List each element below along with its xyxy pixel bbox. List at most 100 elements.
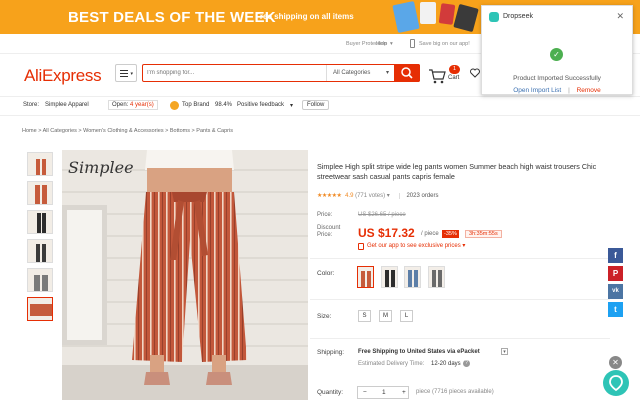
aliexpress-logo[interactable]: AliExpress	[24, 66, 102, 86]
discount-price-label: Discount Price:	[317, 225, 341, 238]
product-info: Simplee High split stripe wide leg pants…	[317, 162, 607, 250]
app-promo-link[interactable]: Save big on our app!	[419, 41, 470, 47]
thumbnail[interactable]	[27, 268, 53, 292]
help-link[interactable]: Help	[376, 41, 387, 47]
available-pieces: piece (7716 pieces available)	[416, 389, 494, 395]
dropseek-widget-button[interactable]	[603, 370, 629, 396]
store-label: Store:	[23, 102, 40, 108]
cart-icon	[429, 69, 446, 84]
pinterest-icon[interactable]: P	[608, 266, 623, 281]
size-option-l[interactable]: L	[400, 310, 413, 322]
twitter-icon[interactable]: t	[608, 302, 623, 317]
size-option-s[interactable]: S	[358, 310, 371, 322]
wishlist-button[interactable]	[470, 68, 480, 80]
chevron-down-icon: ▾	[290, 103, 294, 109]
close-icon[interactable]: ✕	[616, 11, 624, 22]
color-swatch[interactable]	[381, 266, 398, 288]
info-icon[interactable]: ?	[463, 360, 470, 367]
chevron-down-icon: ▾	[130, 71, 133, 77]
rating-score: 4.9	[345, 193, 354, 199]
size-label: Size:	[317, 313, 332, 320]
dropseek-popup: Dropseek ✕ ✓ Product Imported Successful…	[481, 5, 633, 95]
color-swatch[interactable]	[428, 266, 445, 288]
thumbnail-list	[27, 152, 55, 326]
quantity-label: Quantity:	[317, 389, 344, 396]
rating-votes[interactable]: (771 votes)	[355, 193, 385, 199]
price-label: Price:	[317, 212, 333, 218]
heart-icon	[470, 68, 480, 78]
qty-value[interactable]: 1	[382, 389, 386, 396]
store-name[interactable]: Simplee Apparel	[45, 102, 89, 108]
quantity-stepper: − 1 +	[357, 386, 409, 399]
shipping-method[interactable]: Free Shipping to United States via ePack…	[358, 349, 480, 355]
delivery-days: 12-20 days	[431, 361, 461, 367]
popup-header: Dropseek ✕	[482, 6, 632, 28]
check-icon: ✓	[550, 48, 563, 61]
open-import-list-link[interactable]: Open Import List	[513, 87, 561, 94]
store-open-duration: Open: 4 year(s)	[108, 100, 158, 110]
follow-button[interactable]: Follow	[302, 100, 330, 110]
link-separator: |	[568, 87, 570, 94]
thumbnail[interactable]	[27, 239, 53, 263]
popup-title: Dropseek	[503, 13, 533, 20]
countdown-timer: 3h:35m:55s	[465, 230, 502, 238]
chevron-down-icon[interactable]: ▾	[501, 348, 508, 355]
delivery-label: Estimated Delivery Time:	[358, 361, 425, 367]
product-title: Simplee High split stripe wide leg pants…	[317, 162, 597, 181]
thumbnail-selected[interactable]	[27, 297, 53, 321]
banner-subtext: Free shipping on all items	[255, 12, 354, 21]
color-swatch[interactable]	[404, 266, 421, 288]
per-piece-label: / piece	[421, 231, 439, 237]
search-input[interactable]	[147, 67, 317, 79]
popup-message: Product Imported Successfully	[513, 75, 601, 82]
remove-link[interactable]: Remove	[577, 87, 601, 94]
search-icon	[401, 67, 413, 79]
facebook-icon[interactable]: f	[608, 248, 623, 263]
chevron-down-icon: ▾	[386, 193, 390, 199]
rating-row: ★★★★★ 4.9 (771 votes) ▾ 2023 orders	[317, 192, 439, 199]
close-icon[interactable]: ✕	[609, 356, 622, 369]
product-main-image[interactable]: Simplee	[62, 150, 308, 400]
cart-label: Cart	[448, 75, 460, 81]
discount-price: US $17.32	[358, 226, 415, 240]
chevron-down-icon: ▾	[390, 41, 393, 47]
cart-button[interactable]: 1 Cart	[428, 65, 464, 85]
vk-icon[interactable]: vk	[608, 284, 623, 299]
search-button[interactable]	[394, 64, 420, 82]
shipping-label: Shipping:	[317, 349, 345, 356]
breadcrumb[interactable]: Home > All Categories > Women's Clothing…	[22, 128, 233, 134]
cart-count-badge: 1	[449, 65, 460, 74]
brand-watermark: Simplee	[68, 158, 134, 177]
store-bar: Store: Simplee Apparel Open: 4 year(s) T…	[0, 96, 640, 116]
thumbnail[interactable]	[27, 210, 53, 234]
qty-minus-button[interactable]: −	[363, 389, 367, 396]
size-option-m[interactable]: M	[379, 310, 392, 322]
original-price: US $26.65 / piece	[358, 212, 406, 218]
top-brand-badge: Top Brand	[182, 102, 210, 108]
banner-headline: BEST DEALS OF THE WEEK	[68, 9, 276, 26]
app-price-link[interactable]: Get our app to see exclusive prices ▾	[367, 242, 465, 249]
qty-plus-button[interactable]: +	[402, 389, 406, 396]
thumbnail[interactable]	[27, 152, 53, 176]
chevron-down-icon: ▾	[385, 70, 389, 76]
thumbnail[interactable]	[27, 181, 53, 205]
feedback-percent: 98.4%	[215, 102, 233, 108]
phone-icon	[358, 243, 364, 250]
price-block: Price: US $26.65 / piece Discount Price:…	[317, 204, 607, 260]
discount-badge: -35%	[442, 230, 459, 238]
dropseek-icon	[609, 375, 623, 392]
feedback-label: Positive feedback	[237, 102, 285, 108]
color-label: Color:	[317, 270, 335, 277]
open-years: 4 year(s)	[130, 102, 154, 108]
popup-links: Open Import List | Remove	[482, 87, 632, 94]
open-label: Open:	[112, 102, 129, 108]
phone-icon	[410, 39, 415, 48]
category-menu-button[interactable]: ▾	[115, 64, 137, 82]
category-select-value: All Categories	[333, 70, 371, 76]
category-select[interactable]: All Categories ▾	[326, 65, 394, 81]
dropseek-logo-icon	[489, 12, 499, 22]
star-rating-icon: ★★★★★	[317, 193, 342, 199]
banner-product-images	[390, 0, 480, 34]
divider	[310, 299, 610, 300]
color-swatch-selected[interactable]	[357, 266, 374, 288]
